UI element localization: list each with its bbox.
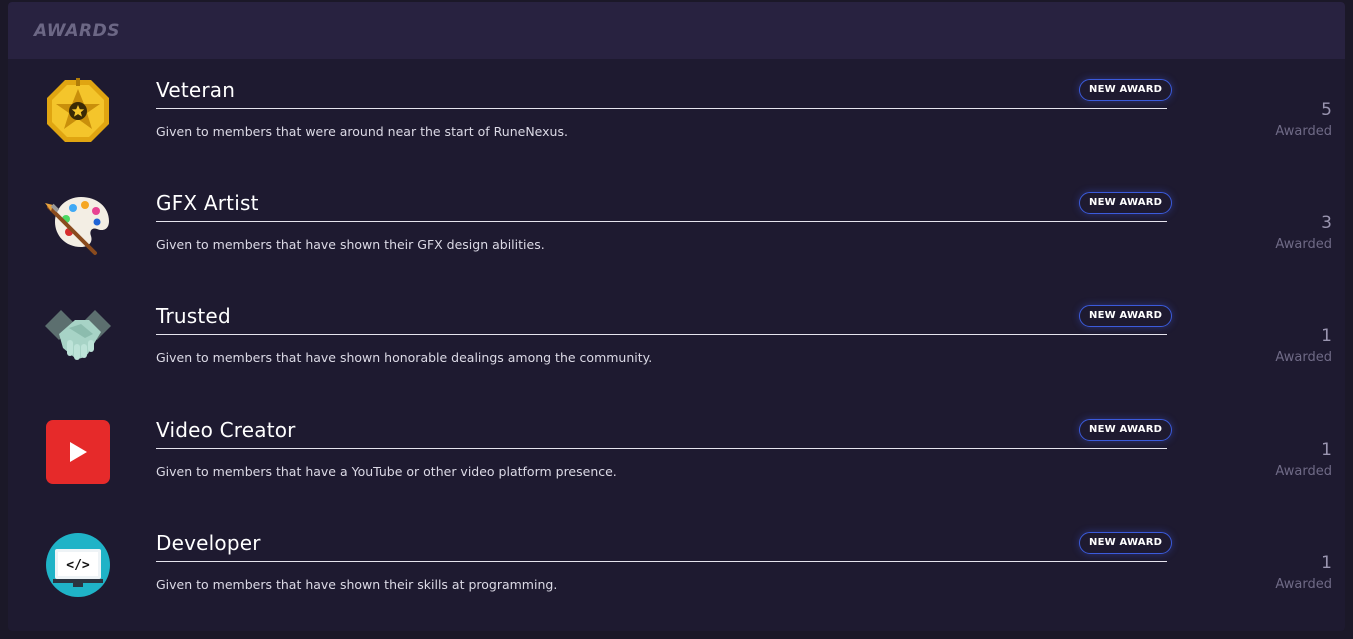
panel-header: AWARDS bbox=[8, 2, 1345, 59]
handshake-icon bbox=[45, 304, 111, 370]
award-count-label: Awarded bbox=[1275, 350, 1332, 365]
veteran-medal-icon bbox=[45, 78, 111, 144]
new-award-badge[interactable]: NEW AWARD bbox=[1079, 305, 1173, 327]
award-row: Trusted NEW AWARD Given to members that … bbox=[8, 290, 1345, 403]
award-count: 3 bbox=[1321, 213, 1332, 233]
award-title: GFX Artist bbox=[156, 191, 259, 215]
award-count-label: Awarded bbox=[1275, 577, 1332, 592]
award-description: Given to members that have shown their s… bbox=[156, 577, 558, 592]
award-count: 1 bbox=[1321, 553, 1332, 573]
award-count: 5 bbox=[1321, 100, 1332, 120]
award-divider bbox=[156, 448, 1167, 449]
award-title: Trusted bbox=[156, 304, 231, 328]
award-description: Given to members that have a YouTube or … bbox=[156, 464, 617, 479]
award-count: 1 bbox=[1321, 326, 1332, 346]
award-row: Video Creator NEW AWARD Given to members… bbox=[8, 404, 1345, 517]
award-count-label: Awarded bbox=[1275, 124, 1332, 139]
new-award-badge[interactable]: NEW AWARD bbox=[1079, 419, 1173, 441]
award-row: </> Developer NEW AWARD Given to members… bbox=[8, 517, 1345, 630]
code-monitor-icon: </> bbox=[45, 531, 111, 597]
award-title: Veteran bbox=[156, 78, 236, 102]
award-description: Given to members that have shown their G… bbox=[156, 237, 545, 252]
award-divider bbox=[156, 221, 1167, 222]
award-count: 1 bbox=[1321, 440, 1332, 460]
panel-title: AWARDS bbox=[34, 20, 120, 41]
award-row: GFX Artist NEW AWARD Given to members th… bbox=[8, 177, 1345, 290]
award-row: Veteran NEW AWARD Given to members that … bbox=[8, 64, 1345, 177]
award-count-label: Awarded bbox=[1275, 237, 1332, 252]
award-divider bbox=[156, 561, 1167, 562]
award-title: Developer bbox=[156, 531, 261, 555]
youtube-play-icon bbox=[45, 418, 111, 484]
awards-panel: AWARDS Veteran NEW AWARD Given to member… bbox=[8, 2, 1345, 631]
award-divider bbox=[156, 334, 1167, 335]
award-count-label: Awarded bbox=[1275, 464, 1332, 479]
new-award-badge[interactable]: NEW AWARD bbox=[1079, 532, 1173, 554]
award-divider bbox=[156, 108, 1167, 109]
award-description: Given to members that have shown honorab… bbox=[156, 350, 653, 365]
new-award-badge[interactable]: NEW AWARD bbox=[1079, 79, 1173, 101]
new-award-badge[interactable]: NEW AWARD bbox=[1079, 192, 1173, 214]
svg-text:</>: </> bbox=[66, 558, 90, 573]
paint-palette-icon bbox=[45, 191, 111, 257]
award-description: Given to members that were around near t… bbox=[156, 124, 568, 139]
award-title: Video Creator bbox=[156, 418, 296, 442]
